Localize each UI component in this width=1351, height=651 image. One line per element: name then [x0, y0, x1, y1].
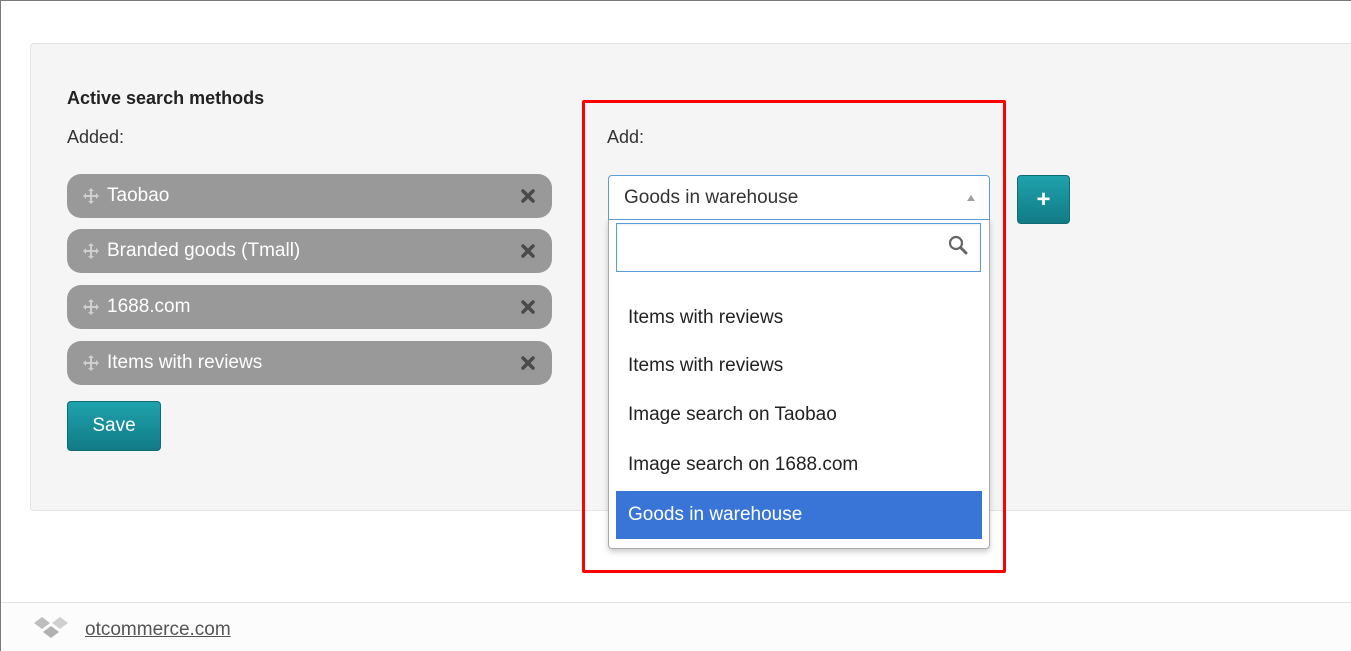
added-item-label: Items with reviews — [107, 352, 263, 373]
close-icon[interactable] — [518, 241, 538, 261]
added-item-label: 1688.com — [107, 296, 191, 317]
add-button[interactable]: + — [1017, 175, 1070, 224]
highlight-annotation-box — [582, 100, 1006, 573]
otcommerce-logo-icon — [32, 615, 72, 641]
move-icon[interactable] — [81, 353, 101, 373]
save-button[interactable]: Save — [67, 401, 161, 451]
added-item-1688[interactable]: 1688.com — [67, 285, 552, 329]
move-icon[interactable] — [81, 186, 101, 206]
move-icon[interactable] — [81, 241, 101, 261]
added-item-reviews[interactable]: Items with reviews — [67, 341, 552, 385]
added-label: Added: — [67, 127, 125, 147]
close-icon[interactable] — [518, 186, 538, 206]
added-item-tmall[interactable]: Branded goods (Tmall) — [67, 229, 552, 273]
added-item-label: Branded goods (Tmall) — [107, 240, 301, 261]
added-item-taobao[interactable]: Taobao — [67, 174, 552, 218]
section-title: Active search methods — [67, 88, 265, 108]
close-icon[interactable] — [518, 353, 538, 373]
close-icon[interactable] — [518, 297, 538, 317]
move-icon[interactable] — [81, 297, 101, 317]
added-item-label: Taobao — [107, 185, 170, 206]
footer-link[interactable]: otcommerce.com — [85, 619, 231, 641]
